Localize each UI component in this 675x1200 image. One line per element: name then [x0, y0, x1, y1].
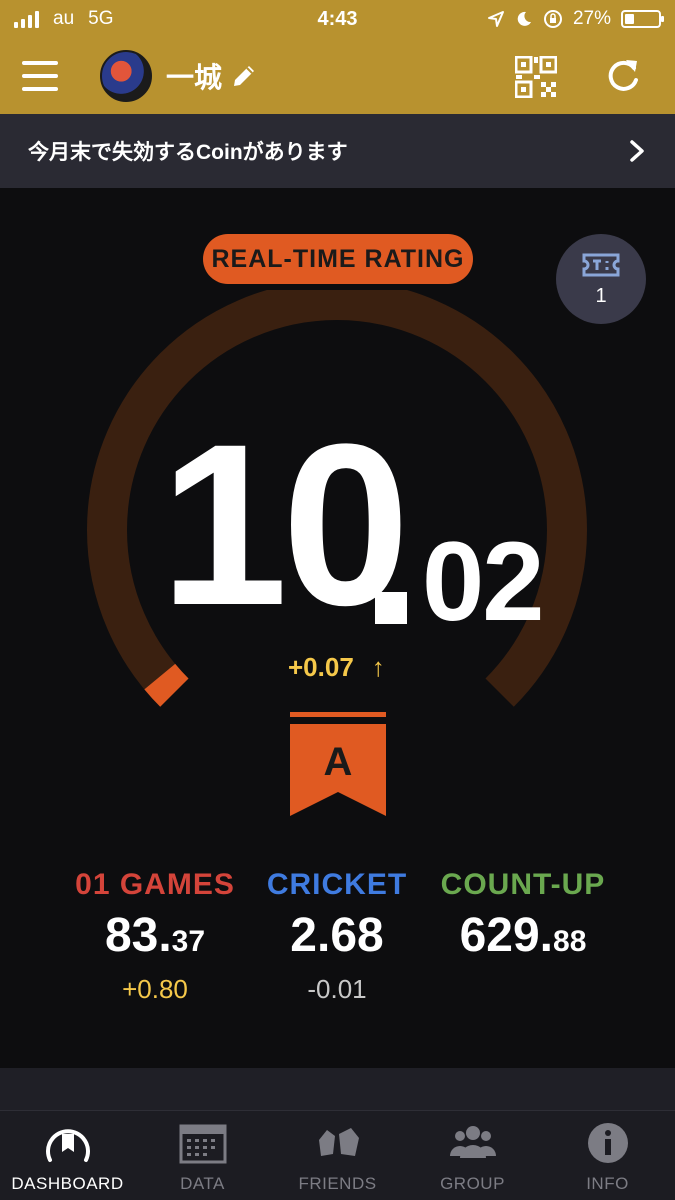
stat-value: 2.68: [290, 909, 384, 962]
rating-change: +0.07 ↑: [288, 652, 385, 683]
group-icon: [449, 1126, 496, 1158]
avatar[interactable]: [100, 50, 152, 102]
user-name: 一城: [166, 62, 223, 93]
battery-percent: 27%: [572, 8, 611, 29]
stat-count-up[interactable]: COUNT-UP 629.88: [438, 868, 608, 974]
tab-label: FRIENDS: [298, 1174, 377, 1193]
tab-dashboard[interactable]: DASHBOARD: [0, 1111, 135, 1200]
real-time-rating-label: REAL-TIME RATING: [203, 234, 473, 284]
signal-icon: [14, 10, 39, 28]
tab-data[interactable]: DATA: [135, 1111, 270, 1200]
rating-decimal: 02: [422, 519, 545, 644]
rating-change-value: +0.07: [288, 652, 354, 682]
tab-info[interactable]: INFO: [540, 1111, 675, 1200]
stat-change: +0.80: [122, 974, 188, 1004]
status-right: 27%: [487, 8, 664, 30]
stat-value: 629.88: [459, 909, 587, 962]
stat-change: -0.01: [307, 974, 367, 1004]
stat-label: 01 GAMES: [75, 868, 235, 901]
status-bar: au 5G 4:43 27%: [0, 0, 675, 38]
chevron-right-icon: [630, 140, 644, 162]
ticket-icon: [582, 253, 620, 276]
stat-01-games[interactable]: 01 GAMES 83.37 +0.80: [60, 868, 250, 1005]
info-icon: [587, 1123, 628, 1163]
rotation-lock-icon: [543, 10, 562, 28]
stat-value: 83.37: [104, 909, 206, 962]
rating-decimal-point: [375, 592, 407, 624]
carrier-label: au: [53, 8, 75, 29]
dashboard-icon: [45, 1129, 90, 1162]
friends-icon: [318, 1128, 359, 1156]
location-icon: [487, 11, 504, 27]
stat-cricket[interactable]: CRICKET 2.68 -0.01: [262, 868, 412, 1005]
app-header: 一城: [0, 38, 675, 114]
arrow-up-icon: ↑: [371, 652, 385, 682]
tab-label: INFO: [586, 1174, 629, 1193]
tab-bar: DASHBOARD DATA FRIENDS GROUP INFO: [0, 1110, 675, 1200]
status-left: au 5G: [14, 8, 114, 30]
tab-label: DASHBOARD: [11, 1174, 124, 1193]
notice-text: 今月末で失効するCoinがあります: [28, 141, 348, 164]
stat-label: COUNT-UP: [440, 868, 606, 901]
battery-level: [625, 14, 634, 24]
battery-icon: [621, 10, 664, 28]
tab-label: GROUP: [440, 1174, 505, 1193]
hamburger-menu-icon[interactable]: [22, 61, 58, 91]
pencil-icon[interactable]: [230, 62, 258, 90]
tab-label: DATA: [180, 1174, 225, 1193]
tab-group[interactable]: GROUP: [405, 1111, 540, 1200]
refresh-icon[interactable]: [604, 56, 642, 96]
rank-letter: A: [323, 740, 353, 784]
calendar-icon: [179, 1124, 226, 1164]
stat-label: CRICKET: [266, 868, 408, 901]
network-label: 5G: [88, 8, 114, 29]
tab-friends[interactable]: FRIENDS: [270, 1111, 405, 1200]
moon-icon: [517, 11, 531, 26]
qr-code-icon[interactable]: [515, 56, 557, 98]
gauge-fill: [144, 663, 189, 707]
expiring-coin-notice[interactable]: 今月末で失効するCoinがあります: [0, 114, 675, 188]
